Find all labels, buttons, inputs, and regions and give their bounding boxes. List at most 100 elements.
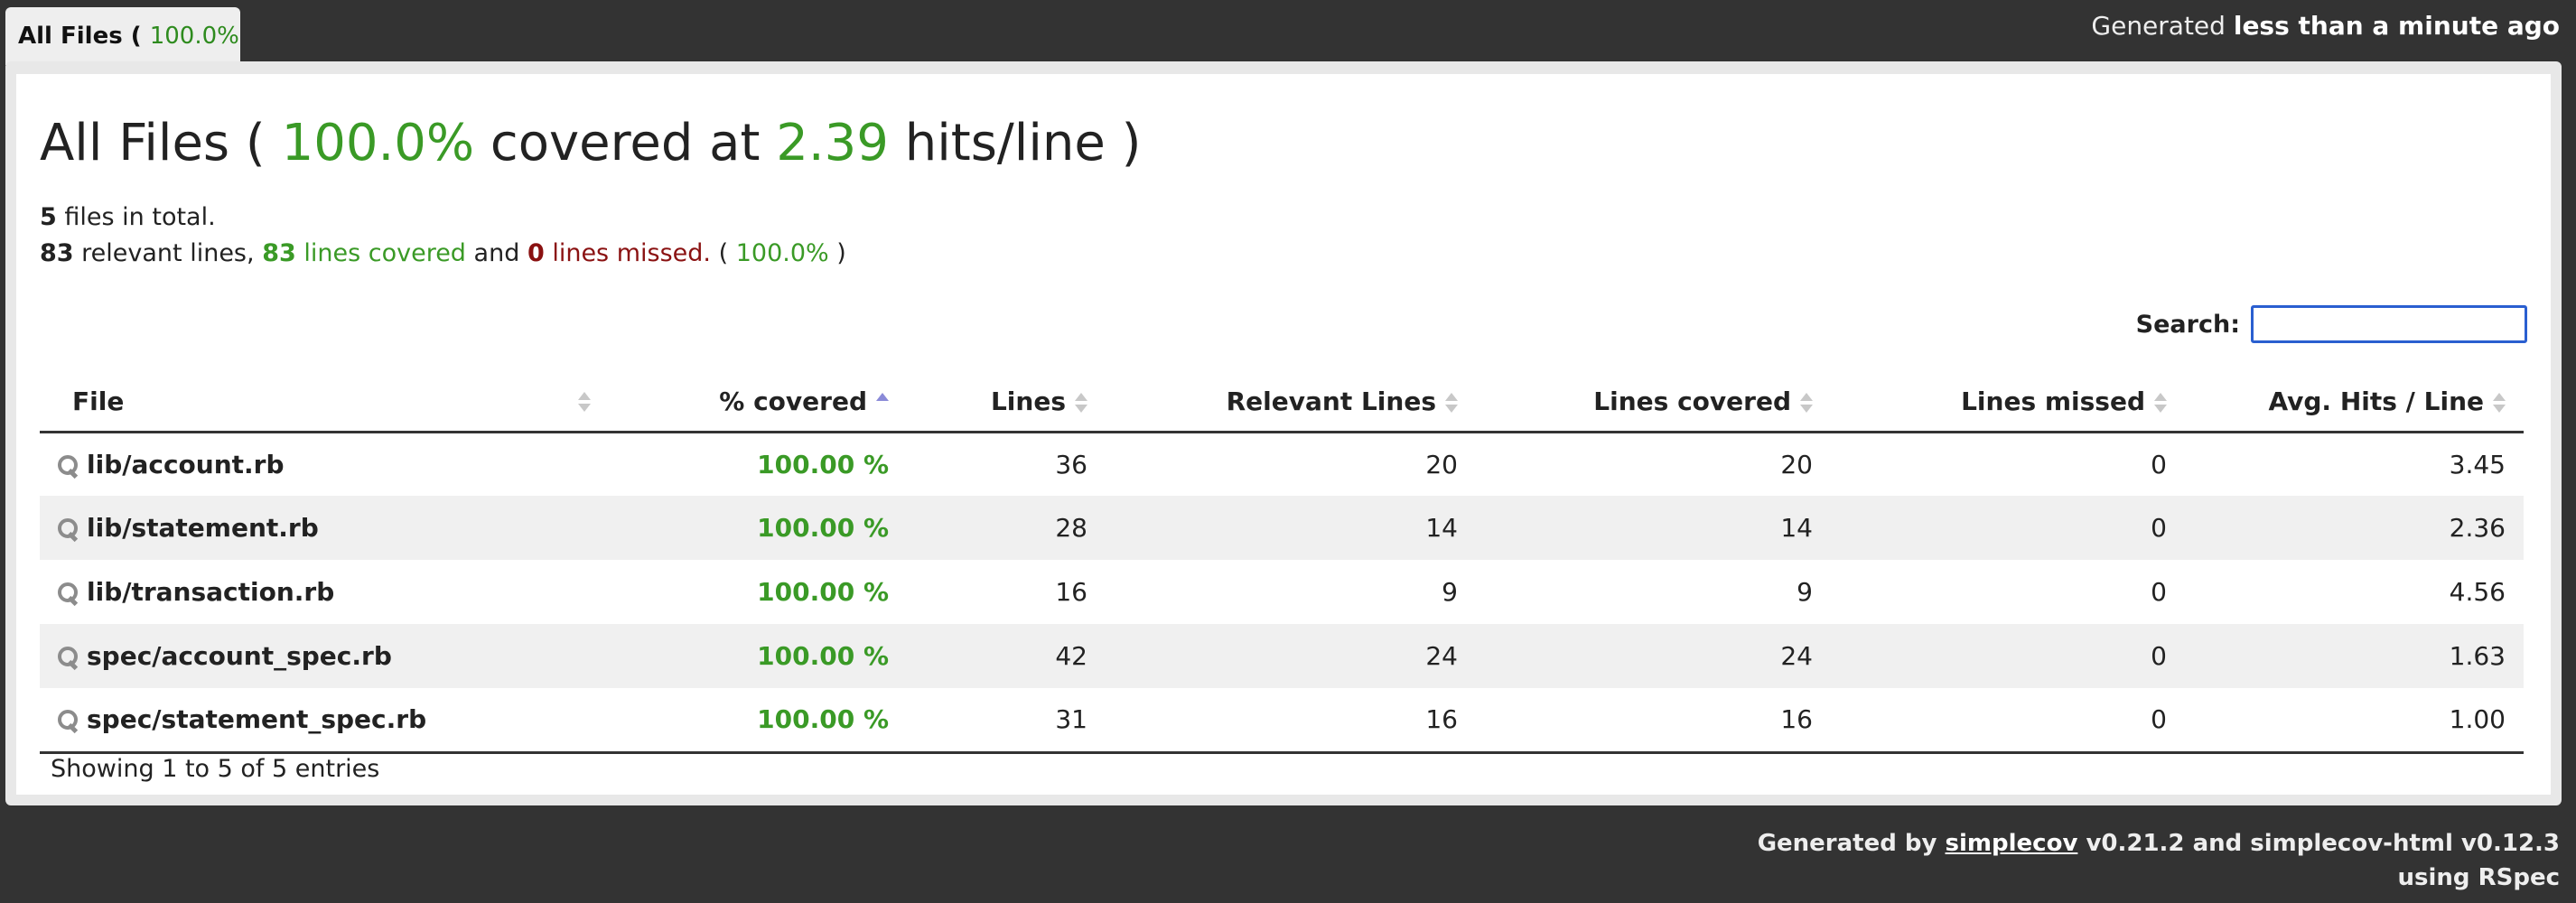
- magnifier-icon: [54, 453, 79, 479]
- relevant-cell: 9: [1442, 577, 1458, 607]
- title-percent: 100.0%: [281, 114, 475, 172]
- sort-ascending-icon: [876, 392, 889, 413]
- avg-cell: 1.63: [2449, 641, 2506, 671]
- table-header-row: File % covered Lines Relevant Lines Line…: [40, 372, 2524, 433]
- lines-cell: 31: [907, 688, 1106, 754]
- top-bar: All Files ( 100.0% ) Generated less than…: [0, 0, 2576, 107]
- header-covered-label: Lines covered: [1593, 386, 1791, 416]
- footer: Generated by simplecov v0.21.2 and simpl…: [1758, 826, 2560, 895]
- generated-prefix: Generated: [2091, 11, 2226, 41]
- avg-cell: 3.45: [2449, 449, 2506, 479]
- missed-cell: 0: [2151, 641, 2167, 671]
- table-info: Showing 1 to 5 of 5 entries: [51, 755, 380, 783]
- file-link[interactable]: lib/account.rb: [87, 450, 285, 479]
- header-lines-covered[interactable]: Lines covered: [1476, 372, 1831, 433]
- title-text: All Files (: [40, 114, 266, 172]
- file-cell[interactable]: lib/statement.rb: [40, 496, 618, 560]
- missed-cell: 0: [1831, 688, 2185, 754]
- covered-cell: 16: [1476, 688, 1831, 754]
- summary-percent: 100.0%: [735, 239, 829, 267]
- title-hits: 2.39: [776, 114, 889, 172]
- covered-cell: 14: [1780, 513, 1813, 543]
- generated-timestamp: Generated less than a minute ago: [2091, 11, 2560, 41]
- header-relevant-label: Relevant Lines: [1226, 386, 1436, 416]
- percent-cell: 100.00 %: [757, 449, 889, 479]
- covered-count: 83: [262, 239, 296, 267]
- header-missed-label: Lines missed: [1961, 386, 2145, 416]
- lines-cell: 16: [1055, 577, 1087, 607]
- missed-cell: 0: [2151, 449, 2167, 479]
- table-row: lib/statement.rb 100.00 % 28 14 14 0 2.3…: [40, 496, 2524, 560]
- search-label: Search:: [2135, 310, 2240, 339]
- file-link[interactable]: spec/account_spec.rb: [87, 641, 392, 671]
- magnifier-icon: [54, 517, 79, 542]
- relevant-text: relevant lines,: [81, 239, 255, 267]
- files-count: 5: [40, 203, 57, 231]
- generated-when: less than a minute ago: [2233, 11, 2560, 41]
- percent-cell: 100.00 %: [757, 641, 889, 671]
- tab-all-files[interactable]: All Files ( 100.0% ): [5, 7, 240, 107]
- file-cell[interactable]: spec/statement_spec.rb: [40, 688, 618, 754]
- lines-cell: 28: [1055, 513, 1087, 543]
- relevant-cell: 14: [1425, 513, 1458, 543]
- file-link[interactable]: lib/transaction.rb: [87, 577, 334, 607]
- covered-cell: 9: [1797, 577, 1813, 607]
- header-avg-label: Avg. Hits / Line: [2268, 386, 2484, 416]
- header-file[interactable]: File: [40, 372, 618, 433]
- covered-cell: 20: [1780, 449, 1813, 479]
- covered-cell: 24: [1780, 641, 1813, 671]
- tab-label: All Files: [18, 23, 123, 50]
- magnifier-icon: [54, 708, 79, 733]
- magnifier-icon: [54, 581, 79, 606]
- file-cell[interactable]: lib/account.rb: [40, 432, 618, 496]
- footer-versions: v0.21.2 and simplecov-html v0.12.3: [2086, 830, 2560, 857]
- files-total: 5 files in total.: [40, 200, 2527, 236]
- file-cell[interactable]: lib/transaction.rb: [40, 560, 618, 624]
- footer-prefix: Generated by: [1757, 830, 1937, 857]
- footer-line-1: Generated by simplecov v0.21.2 and simpl…: [1758, 826, 2560, 861]
- pct-close: ): [836, 239, 846, 267]
- missed-cell: 0: [2151, 577, 2167, 607]
- table-row: lib/transaction.rb 100.00 % 16 9 9 0 4.5…: [40, 560, 2524, 624]
- lines-cell: 36: [1055, 449, 1087, 479]
- summary: 5 files in total. 83 relevant lines, 83 …: [40, 200, 2527, 272]
- sort-icon: [1800, 392, 1813, 413]
- simplecov-link[interactable]: simplecov: [1946, 830, 2078, 857]
- percent-cell: 100.00 %: [618, 688, 907, 754]
- header-avg-hits[interactable]: Avg. Hits / Line: [2185, 372, 2524, 433]
- table-row: spec/account_spec.rb 100.00 % 42 24 24 0…: [40, 624, 2524, 688]
- lines-cell: 42: [1055, 641, 1087, 671]
- header-relevant-lines[interactable]: Relevant Lines: [1106, 372, 1476, 433]
- percent-cell: 100.00 %: [757, 577, 889, 607]
- missed-cell: 0: [2151, 513, 2167, 543]
- footer-line-2: using RSpec: [2397, 864, 2560, 891]
- relevant-cell: 16: [1106, 688, 1476, 754]
- table-row: spec/statement_spec.rb 100.00 % 31 16 16…: [40, 688, 2524, 754]
- header-lines-label: Lines: [990, 386, 1066, 416]
- sort-icon: [2493, 392, 2506, 413]
- page-title: All Files ( 100.0% covered at 2.39 hits/…: [40, 114, 2527, 172]
- header-lines[interactable]: Lines: [907, 372, 1106, 433]
- header-file-label: File: [72, 386, 125, 416]
- files-text: files in total.: [64, 203, 216, 231]
- header-lines-missed[interactable]: Lines missed: [1831, 372, 2185, 433]
- avg-cell: 1.00: [2185, 688, 2524, 754]
- sort-icon: [1445, 392, 1458, 413]
- tab-open-paren: (: [130, 23, 142, 50]
- main-panel: All Files ( 100.0% covered at 2.39 hits/…: [5, 61, 2562, 805]
- table-row: lib/account.rb 100.00 % 36 20 20 0 3.45: [40, 432, 2524, 496]
- relevant-cell: 20: [1425, 449, 1458, 479]
- and-text: and: [473, 239, 520, 267]
- header-percent-label: % covered: [719, 386, 867, 416]
- sort-icon: [2154, 392, 2167, 413]
- title-suffix: hits/line ): [904, 114, 1142, 172]
- file-cell[interactable]: spec/account_spec.rb: [40, 624, 618, 688]
- file-link[interactable]: lib/statement.rb: [87, 513, 319, 543]
- pct-open: (: [718, 239, 729, 267]
- relevant-cell: 24: [1425, 641, 1458, 671]
- missed-count: 0: [527, 239, 545, 267]
- search-input[interactable]: [2251, 305, 2527, 343]
- file-link[interactable]: spec/statement_spec.rb: [87, 704, 426, 734]
- magnifier-icon: [54, 645, 79, 670]
- header-percent-covered[interactable]: % covered: [618, 372, 907, 433]
